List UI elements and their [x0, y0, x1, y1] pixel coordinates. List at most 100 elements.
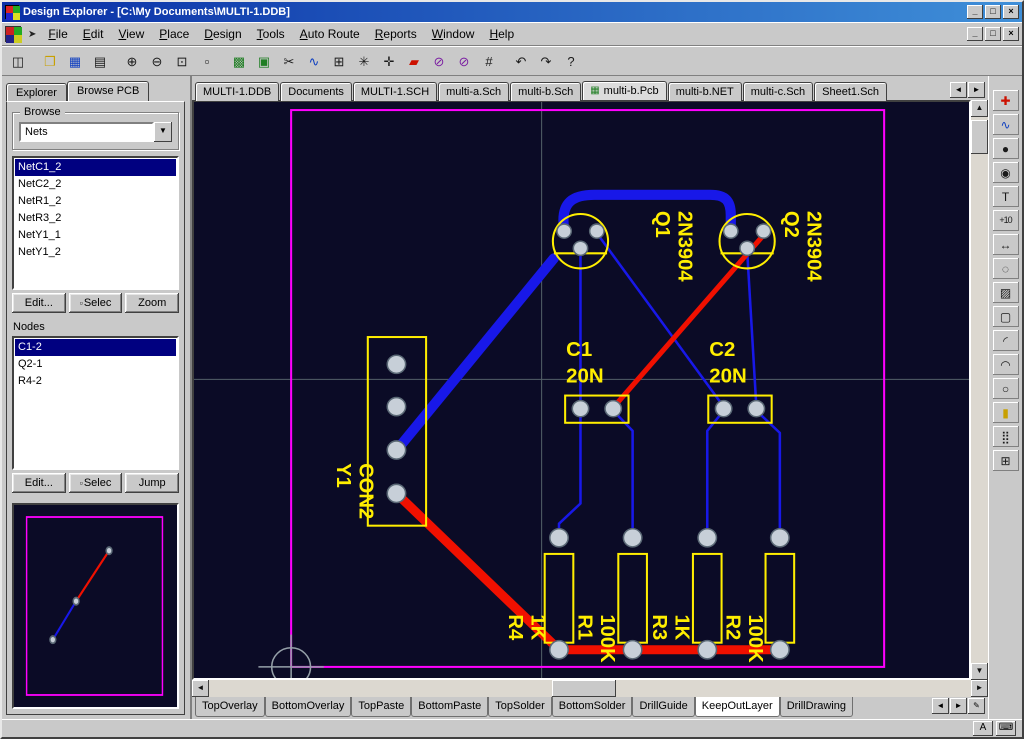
trace-blue-c2-r[interactable]	[756, 411, 780, 536]
horizontal-scroll-track[interactable]	[209, 680, 971, 697]
clear-errors-button[interactable]: ⊘	[452, 49, 476, 73]
minimize-button[interactable]: _	[967, 5, 983, 19]
document-icon[interactable]	[5, 26, 21, 42]
highlight-button[interactable]: ▰	[402, 49, 426, 73]
component-r4[interactable]: R4 1K	[504, 529, 573, 659]
layer-tab-keepoutlayer[interactable]: KeepOutLayer	[695, 697, 780, 717]
scroll-down-icon[interactable]: ▼	[971, 663, 988, 680]
undo-button[interactable]: ↶	[509, 49, 533, 73]
child-close-button[interactable]: ×	[1003, 27, 1019, 41]
layer-tab-bottompaste[interactable]: BottomPaste	[411, 697, 488, 717]
trace-blue-q1-y1[interactable]	[398, 258, 553, 448]
redo-button[interactable]: ↷	[534, 49, 558, 73]
layer-tab-drillguide[interactable]: DrillGuide	[632, 697, 694, 717]
nets-edit-button[interactable]: Edit...	[12, 293, 66, 313]
place-pad-button[interactable]: ●	[993, 138, 1019, 159]
scroll-up-icon[interactable]: ▲	[971, 100, 988, 117]
clear-violations-button[interactable]: ⊘	[427, 49, 451, 73]
pcb-canvas[interactable]: Q1 2N3904 Q2 2N3904	[194, 102, 969, 678]
menu-item-view[interactable]: View	[111, 23, 151, 45]
menu-item-file[interactable]: File	[41, 23, 74, 45]
scroll-right-icon[interactable]: ►	[971, 680, 988, 697]
trace-blue-q1-c2[interactable]	[597, 233, 724, 407]
close-button[interactable]: ×	[1003, 5, 1019, 19]
net-list-item[interactable]: NetY1_2	[15, 244, 176, 261]
net-list-item[interactable]: NetR3_2	[15, 210, 176, 227]
zoom-out-button[interactable]: ⊖	[145, 49, 169, 73]
pcb-document-button[interactable]: ▩	[227, 49, 251, 73]
layer-tab-bottomsolder[interactable]: BottomSolder	[552, 697, 633, 717]
component-r2[interactable]: R2 100K	[722, 529, 795, 663]
vertical-scroll-thumb[interactable]	[971, 120, 988, 154]
scroll-left-icon[interactable]: ◄	[192, 680, 209, 697]
doc-tab-multi-a-sch[interactable]: multi-a.Sch	[438, 82, 509, 101]
grid-toggle-button[interactable]: #	[477, 49, 501, 73]
horizontal-scroll-thumb[interactable]	[552, 680, 616, 697]
trace-blue-q1-q2[interactable]	[563, 195, 730, 229]
menu-item-place[interactable]: Place	[152, 23, 196, 45]
tab-explorer[interactable]: Explorer	[6, 83, 67, 101]
nets-list[interactable]: NetC1_2 NetC2_2 NetR1_2 NetR3_2 NetY1_1 …	[12, 156, 179, 290]
select-area-button[interactable]: ▫	[195, 49, 219, 73]
trace-blue-c2-r[interactable]	[707, 411, 723, 536]
keyboard-icon[interactable]: ⌨	[996, 721, 1016, 736]
place-circle-button[interactable]: ◌	[993, 258, 1019, 279]
move-button[interactable]: ✛	[377, 49, 401, 73]
tab-browse-pcb[interactable]: Browse PCB	[67, 81, 149, 101]
open-button[interactable]: ❐	[38, 49, 62, 73]
chevron-down-icon[interactable]: ▼	[154, 122, 172, 142]
place-rectangle-button[interactable]: ▮	[993, 402, 1019, 423]
node-list-item[interactable]: C1-2	[15, 339, 176, 356]
layer-tab-drilldrawing[interactable]: DrillDrawing	[780, 697, 853, 717]
paste-array-button[interactable]: ⣿	[993, 426, 1019, 447]
layer-tab-toppaste[interactable]: TopPaste	[351, 697, 411, 717]
trace-blue-q2-c2[interactable]	[747, 250, 756, 406]
nodes-edit-button[interactable]: Edit...	[12, 473, 66, 493]
doc-tab-multi-1-ddb[interactable]: MULTI-1.DDB	[195, 82, 279, 101]
doc-tab-multi-b-net[interactable]: multi-b.NET	[668, 82, 742, 101]
child-maximize-button[interactable]: □	[985, 27, 1001, 41]
net-list-item[interactable]: NetR1_2	[15, 193, 176, 210]
special-paste-button[interactable]: ✳	[352, 49, 376, 73]
place-full-circle-button[interactable]: ○	[993, 378, 1019, 399]
menu-item-help[interactable]: Help	[482, 23, 521, 45]
browse-mode-value[interactable]: Nets	[19, 122, 154, 142]
doc-tab-multi-1-sch[interactable]: MULTI-1.SCH	[353, 82, 437, 101]
trace-blue-c1-r[interactable]	[559, 411, 580, 536]
nodes-jump-button[interactable]: Jump	[125, 473, 179, 493]
doc-tab-scroll-left-icon[interactable]: ◄	[950, 82, 967, 98]
menu-item-reports[interactable]: Reports	[368, 23, 424, 45]
menu-item-window[interactable]: Window	[425, 23, 482, 45]
doc-tab-multi-b-pcb[interactable]: ▦multi-b.Pcb	[582, 81, 666, 100]
vertical-scrollbar[interactable]: ▲ ▼	[971, 100, 988, 680]
trace-blue-c1-r[interactable]	[613, 411, 632, 536]
place-arc-center-button[interactable]: ◠	[993, 354, 1019, 375]
menu-item-tools[interactable]: Tools	[250, 23, 292, 45]
board-wizard-button[interactable]: ▣	[252, 49, 276, 73]
help-button[interactable]: ?	[559, 49, 583, 73]
print-button[interactable]: ▤	[88, 49, 112, 73]
doc-tab-scroll-right-icon[interactable]: ►	[968, 82, 985, 98]
zoom-in-button[interactable]: ⊕	[120, 49, 144, 73]
place-signal-button[interactable]: ∿	[993, 114, 1019, 135]
cut-button[interactable]: ✂	[277, 49, 301, 73]
save-button[interactable]: ▦	[63, 49, 87, 73]
layer-scroll-left-icon[interactable]: ◄	[932, 698, 949, 714]
net-list-item[interactable]: NetY1_1	[15, 227, 176, 244]
nodes-select-button[interactable]: ▫Selec	[69, 473, 123, 493]
wire-tool-button[interactable]: ∿	[302, 49, 326, 73]
net-preview-pane[interactable]	[12, 503, 179, 709]
place-component-button[interactable]: ⊞	[993, 450, 1019, 471]
horizontal-scrollbar[interactable]: ◄ ►	[192, 680, 988, 697]
component-c2[interactable]: C2 20N	[708, 339, 771, 422]
place-fill-button[interactable]: ▨	[993, 282, 1019, 303]
eraser-icon[interactable]: ✎	[968, 698, 985, 714]
nodes-list[interactable]: C1-2 Q2-1 R4-2	[12, 336, 179, 470]
doc-tab-sheet1-sch[interactable]: Sheet1.Sch	[814, 82, 887, 101]
component-c1[interactable]: C1 20N	[565, 339, 628, 422]
layer-tab-topoverlay[interactable]: TopOverlay	[195, 697, 265, 717]
doc-tab-documents[interactable]: Documents	[280, 82, 352, 101]
doc-tab-multi-c-sch[interactable]: multi-c.Sch	[743, 82, 813, 101]
menu-item-design[interactable]: Design	[197, 23, 248, 45]
zoom-window-button[interactable]: ⊡	[170, 49, 194, 73]
